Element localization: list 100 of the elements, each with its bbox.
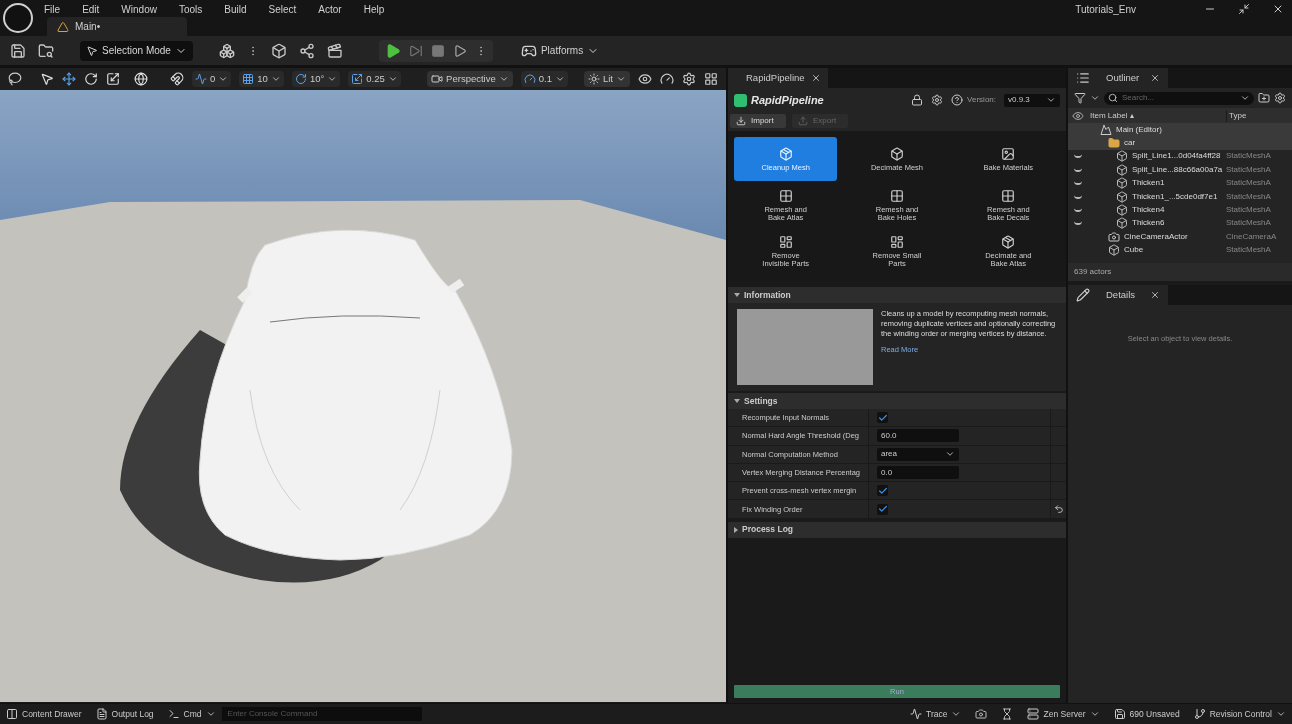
eye-icon[interactable] <box>1074 194 1082 199</box>
process-log-header[interactable]: Process Log <box>728 521 1066 538</box>
information-header[interactable]: Information <box>728 287 1066 303</box>
settings-header[interactable]: Settings <box>728 393 1066 409</box>
grid-snap-button[interactable]: 10 <box>239 71 284 87</box>
upload-icon <box>798 116 808 126</box>
menu-item[interactable]: Edit <box>82 1 100 17</box>
perspective-button[interactable]: Perspective <box>427 71 513 87</box>
scale-snap-button[interactable]: 0.25 <box>348 71 401 87</box>
app-logo-icon <box>3 3 33 33</box>
outliner-row[interactable]: car <box>1068 136 1292 150</box>
menu-item[interactable]: Select <box>268 1 297 17</box>
menu-item[interactable]: Build <box>224 1 247 17</box>
close-icon <box>1272 3 1284 15</box>
number-field[interactable]: 0.0 <box>877 466 959 480</box>
select-icon <box>40 72 54 86</box>
blocks-icon <box>218 42 235 59</box>
item-label: Main (Editor) <box>1116 123 1162 136</box>
caret-icon <box>951 709 962 719</box>
platforms-button[interactable]: Platforms <box>520 42 600 59</box>
item-label: Cube <box>1124 244 1144 257</box>
item-label: car <box>1124 137 1136 150</box>
unsaved-button[interactable]: 690 Unsaved <box>1113 707 1180 721</box>
wave-icon <box>910 708 923 720</box>
filter-icon <box>1074 92 1086 104</box>
action-button[interactable]: Import <box>730 114 786 128</box>
item-type: StaticMeshA <box>1226 217 1271 230</box>
performance-icon <box>660 72 674 86</box>
outliner-row[interactable]: Cube StaticMeshA <box>1068 243 1292 257</box>
cube-icon <box>1001 234 1016 249</box>
number-field[interactable]: 60.0 <box>877 429 959 443</box>
window-title: Tutorials_Env <box>1075 2 1136 17</box>
outliner-row[interactable]: Thicken4 StaticMeshA <box>1068 203 1292 217</box>
item-label: Split_Line1...0d04fa4ff28 <box>1132 150 1221 163</box>
details-tab[interactable]: Details <box>1068 285 1168 305</box>
cmd-dropdown[interactable]: Cmd <box>167 707 216 721</box>
rotation-snap-button[interactable]: 10° <box>291 71 341 87</box>
eye-icon[interactable] <box>1074 221 1082 226</box>
outliner-row[interactable]: CineCameraActor CineCameraA <box>1068 230 1292 244</box>
item-type: CineCameraA <box>1226 230 1277 243</box>
document-tab[interactable]: Main• <box>47 17 187 36</box>
version-dropdown[interactable]: v0.9.3 <box>1004 93 1060 107</box>
selection-mode-dropdown[interactable]: Selection Mode <box>80 40 193 61</box>
level-icon <box>1100 123 1112 136</box>
outliner-row[interactable]: Thicken1_...5cde0df7e1 StaticMeshA <box>1068 189 1292 204</box>
list-icon <box>1076 71 1090 85</box>
revision-control-dropdown[interactable]: Revision Control <box>1193 707 1286 721</box>
content-drawer-button[interactable]: Content Drawer <box>6 707 82 721</box>
checkbox[interactable] <box>877 503 888 515</box>
column-header[interactable]: Type <box>1226 109 1247 122</box>
output-log-button[interactable]: Output Log <box>95 707 154 721</box>
restore-icon <box>1238 3 1250 15</box>
menu-item[interactable]: Help <box>363 1 385 17</box>
visibility-icon <box>1072 109 1084 122</box>
cube-icon <box>778 146 793 161</box>
settings-icon <box>682 72 696 86</box>
camera-speed-button[interactable]: 0.1 <box>520 71 568 87</box>
item-label: Thicken1_...5cde0df7e1 <box>1132 190 1218 203</box>
gauge-icon <box>523 73 536 85</box>
checkbox[interactable] <box>877 412 888 424</box>
menu-item[interactable]: File <box>44 1 61 17</box>
eye-icon[interactable] <box>1074 208 1082 213</box>
outliner-row[interactable]: Split_Line...88c66a00a7a StaticMeshA <box>1068 163 1292 177</box>
eye-icon[interactable] <box>1074 154 1082 159</box>
trace-dropdown[interactable]: Trace <box>910 707 962 721</box>
reset-icon <box>1053 504 1064 515</box>
cube-icon <box>890 146 904 161</box>
add-folder-icon <box>1258 92 1270 104</box>
menu-item[interactable]: Window <box>121 1 157 17</box>
actor-count: 639 actors <box>1074 266 1112 278</box>
scale-icon <box>351 73 364 85</box>
eye-icon[interactable] <box>1074 167 1082 172</box>
mesh-icon <box>1116 190 1128 203</box>
item-label: Thicken4 <box>1132 204 1165 217</box>
checkbox[interactable] <box>877 485 888 497</box>
sun-icon <box>587 73 600 85</box>
pencil-icon <box>1076 288 1090 302</box>
method-dropdown[interactable]: area <box>877 447 959 461</box>
menu-item[interactable]: Tools <box>178 1 203 17</box>
item-type: StaticMeshA <box>1226 150 1271 163</box>
view-mode-button[interactable]: Lit <box>583 71 630 87</box>
eye-icon[interactable] <box>1074 181 1082 186</box>
zen-server-dropdown[interactable]: Zen Server <box>1027 707 1100 721</box>
rapidpipeline-tab[interactable]: RapidPipeline <box>728 68 828 88</box>
outliner-row[interactable]: Thicken1 StaticMeshA <box>1068 176 1292 190</box>
caret-icon <box>1240 93 1250 103</box>
terminal-icon <box>167 708 180 720</box>
surface-snap-button[interactable]: 0 <box>192 71 232 87</box>
grid-icon <box>890 188 904 203</box>
outliner-row[interactable]: Split_Line1...0d04fa4ff28 StaticMeshA <box>1068 149 1292 164</box>
save-icon <box>10 42 26 59</box>
outliner-tab[interactable]: Outliner <box>1068 68 1168 88</box>
menu-item[interactable]: Actor <box>318 1 342 17</box>
outliner-row[interactable]: Main (Editor) <box>1068 123 1292 137</box>
column-header[interactable]: Item Label ▴ <box>1088 109 1226 122</box>
caret-icon <box>1046 95 1056 105</box>
lock-icon <box>911 94 924 106</box>
move-icon <box>62 72 76 86</box>
outliner-row[interactable]: Thicken6 StaticMeshA <box>1068 216 1292 231</box>
hourglass-icon <box>1001 708 1014 720</box>
